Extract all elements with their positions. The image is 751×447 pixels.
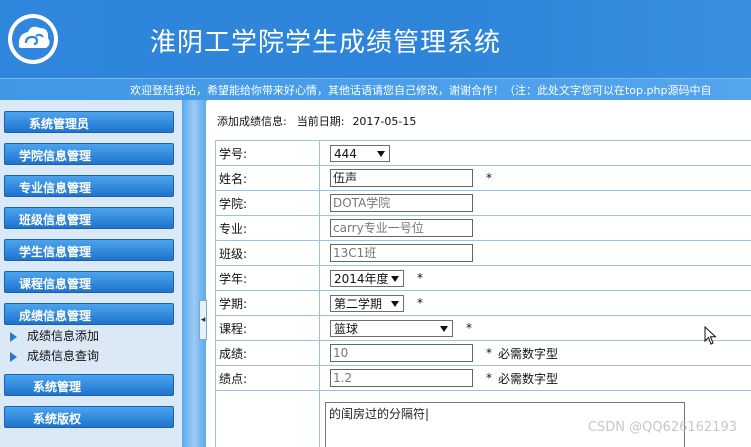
- sidebar-subitem-add-grade[interactable]: 成绩信息添加: [10, 327, 99, 345]
- triangle-bullet-icon: [10, 331, 17, 342]
- form-row-score: 成绩: 10 * 必需数字型: [215, 340, 751, 366]
- sidebar-item-label: 班级信息管理: [19, 213, 92, 227]
- name-input[interactable]: 伍声: [330, 169, 473, 187]
- field-label: 学院:: [215, 190, 320, 216]
- form-row-term: 学期: 第二学期 *: [215, 290, 751, 316]
- page-title: 淮阴工学院学生成绩管理系统: [150, 28, 502, 58]
- sidebar-item-grade-management[interactable]: 成绩信息管理: [4, 303, 174, 325]
- field-label: 学号:: [215, 140, 320, 166]
- student-id-select[interactable]: 444: [330, 144, 390, 162]
- numeric-hint: 必需数字型: [498, 346, 559, 361]
- sidebar-item-admin[interactable]: 系统管理员: [4, 111, 174, 133]
- field-label: 绩点:: [215, 365, 320, 391]
- academic-year-select[interactable]: 2014年度: [330, 269, 404, 287]
- form-row-major: 专业: carry专业一号位: [215, 215, 751, 241]
- chevron-left-icon: ◂: [200, 315, 206, 325]
- welcome-marquee-bar: 欢迎登陆我站，希望能给你带来好心情，其他话语请您自己修改，谢谢合作！（注：此处文…: [0, 78, 751, 101]
- form-row-year: 学年: 2014年度 *: [215, 265, 751, 291]
- required-asterisk: *: [486, 171, 492, 185]
- required-asterisk: *: [466, 321, 472, 335]
- sidebar-subitem-label: 成绩信息添加: [27, 329, 100, 343]
- gpa-input[interactable]: 1.2: [330, 369, 473, 387]
- required-asterisk: *: [486, 346, 492, 360]
- score-input[interactable]: 10: [330, 344, 473, 362]
- field-label: 成绩:: [215, 340, 320, 366]
- frame-splitter[interactable]: [182, 100, 206, 447]
- dropdown-arrow-icon: [377, 150, 385, 157]
- required-asterisk: *: [417, 271, 423, 285]
- form-row-name: 姓名: 伍声 *: [215, 165, 751, 191]
- form-row-class: 班级: 13C1班: [215, 240, 751, 266]
- major-input[interactable]: carry专业一号位: [330, 219, 473, 237]
- add-grade-form: 学号: 444 姓名: 伍声 * 学院: DOTA学院 专业: carry专业一号…: [215, 140, 751, 447]
- class-input[interactable]: 13C1班: [330, 244, 473, 262]
- course-select[interactable]: 篮球: [330, 319, 453, 337]
- sidebar-subitem-query-grade[interactable]: 成绩信息查询: [10, 347, 99, 365]
- sidebar-item-label: 课程信息管理: [19, 277, 92, 291]
- field-label: 学年:: [215, 265, 320, 291]
- form-row-student-id: 学号: 444: [215, 140, 751, 166]
- dropdown-arrow-icon: [440, 325, 448, 332]
- college-input[interactable]: DOTA学院: [330, 194, 473, 212]
- cloud-swirl-logo-icon: [8, 14, 58, 64]
- dropdown-arrow-icon: [391, 275, 399, 282]
- form-row-college: 学院: DOTA学院: [215, 190, 751, 216]
- field-label: 专业:: [215, 215, 320, 241]
- sidebar-item-system-management[interactable]: 系统管理: [4, 374, 174, 396]
- required-asterisk: *: [417, 296, 423, 310]
- sidebar-item-major-management[interactable]: 专业信息管理: [4, 175, 174, 197]
- sidebar-subitem-label: 成绩信息查询: [27, 349, 100, 363]
- sidebar-item-class-management[interactable]: 班级信息管理: [4, 207, 174, 229]
- mouse-pointer-icon: [704, 326, 717, 345]
- form-info-line: 添加成绩信息: 当前日期: 2017-05-15: [217, 113, 416, 129]
- numeric-hint: 必需数字型: [498, 371, 559, 386]
- sidebar-item-label: 成绩信息管理: [19, 309, 92, 323]
- field-label: 姓名:: [215, 165, 320, 191]
- sidebar-item-label: 学生信息管理: [19, 245, 92, 259]
- collapse-sidebar-handle[interactable]: ◂: [199, 300, 207, 340]
- field-label-empty: [215, 390, 320, 447]
- sidebar-item-copyright[interactable]: 系统版权: [4, 406, 174, 428]
- current-date-label: 当前日期:: [296, 115, 345, 128]
- required-asterisk: *: [486, 371, 492, 385]
- form-row-gpa: 绩点: 1.2 * 必需数字型: [215, 365, 751, 391]
- dropdown-arrow-icon: [391, 300, 399, 307]
- form-row-course: 课程: 篮球 *: [215, 315, 751, 341]
- term-select[interactable]: 第二学期: [330, 294, 404, 312]
- sidebar-item-course-management[interactable]: 课程信息管理: [4, 271, 174, 293]
- sidebar-item-label: 专业信息管理: [19, 181, 92, 195]
- field-label: 学期:: [215, 290, 320, 316]
- watermark: CSDN @QQ626162193: [587, 420, 737, 435]
- main-content: 添加成绩信息: 当前日期: 2017-05-15 学号: 444 姓名: 伍声 * 学…: [207, 100, 751, 447]
- sidebar-item-label: 系统管理: [33, 380, 82, 394]
- triangle-bullet-icon: [10, 351, 17, 362]
- sidebar-item-student-management[interactable]: 学生信息管理: [4, 239, 174, 261]
- sidebar-item-label: 学院信息管理: [19, 149, 92, 163]
- field-label: 课程:: [215, 315, 320, 341]
- current-date-value: 2017-05-15: [352, 115, 417, 128]
- welcome-marquee-text: 欢迎登陆我站，希望能给你带来好心情，其他话语请您自己修改，谢谢合作！（注：此处文…: [130, 84, 712, 97]
- sidebar-item-label: 系统版权: [33, 412, 82, 426]
- sidebar-item-college-management[interactable]: 学院信息管理: [4, 143, 174, 165]
- sidebar-item-label: 系统管理员: [29, 117, 90, 131]
- sidebar: 系统管理员 学院信息管理 专业信息管理 班级信息管理 学生信息管理 课程信息管理…: [0, 100, 182, 447]
- form-heading: 添加成绩信息:: [217, 115, 287, 128]
- field-label: 班级:: [215, 240, 320, 266]
- app-header: 淮阴工学院学生成绩管理系统: [0, 0, 751, 78]
